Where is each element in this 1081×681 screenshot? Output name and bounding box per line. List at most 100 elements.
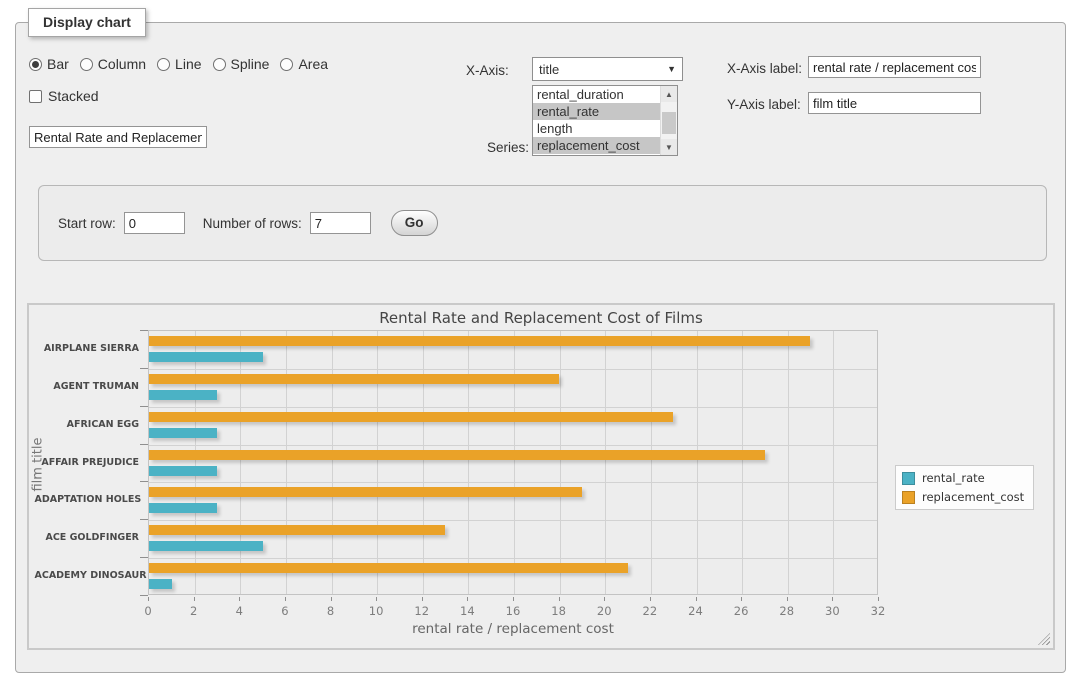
gridline-vertical (286, 331, 287, 594)
x-axis-tick-label: 0 (128, 604, 168, 618)
radio-line[interactable] (157, 58, 170, 71)
y-axis-tick (140, 557, 148, 558)
legend-swatch (902, 472, 915, 485)
y-axis-tick (140, 519, 148, 520)
x-axis-tick-label: 16 (493, 604, 533, 618)
x-axis-tick (741, 597, 742, 601)
gridline-vertical (240, 331, 241, 594)
x-axis-tick-label: 2 (174, 604, 214, 618)
radio-spline[interactable] (213, 58, 226, 71)
x-axis-tick-label: 30 (812, 604, 852, 618)
gridline-vertical (423, 331, 424, 594)
gridline-horizontal (149, 482, 877, 483)
x-axis-tick (194, 597, 195, 601)
x-axis-tick (787, 597, 788, 601)
y-axis-tick (140, 368, 148, 369)
gridline-vertical (697, 331, 698, 594)
x-axis-tick (559, 597, 560, 601)
gridline-vertical (742, 331, 743, 594)
radio-column-label[interactable]: Column (98, 56, 146, 72)
x-axis-label-input[interactable] (808, 56, 981, 78)
bar-rental_rate (149, 428, 217, 438)
category-label: AGENT TRUMAN (35, 381, 140, 393)
radio-spline-label[interactable]: Spline (231, 56, 270, 72)
x-axis-tick-label: 32 (858, 604, 898, 618)
gridline-horizontal (149, 558, 877, 559)
bar-rental_rate (149, 466, 217, 476)
y-axis-tick (140, 595, 148, 596)
radio-bar-label[interactable]: Bar (47, 56, 69, 72)
x-axis-select[interactable]: title ▼ (532, 57, 683, 81)
bar-replacement_cost (149, 374, 559, 384)
scroll-down-icon[interactable]: ▼ (661, 139, 677, 155)
gridline-vertical (651, 331, 652, 594)
y-axis-tick (140, 406, 148, 407)
gridline-vertical (377, 331, 378, 594)
category-label: ACE GOLDFINGER (35, 532, 140, 544)
radio-area[interactable] (280, 58, 293, 71)
y-axis-label-field-label: Y-Axis label: (727, 97, 801, 112)
x-axis-tick (376, 597, 377, 601)
bar-rental_rate (149, 503, 217, 513)
x-axis-tick-label: 18 (539, 604, 579, 618)
y-axis-tick (140, 444, 148, 445)
radio-area-label[interactable]: Area (298, 56, 328, 72)
gridline-vertical (195, 331, 196, 594)
x-axis-tick (832, 597, 833, 601)
chart-title-input[interactable] (29, 126, 207, 148)
bar-rental_rate (149, 352, 263, 362)
category-label: AFRICAN EGG (35, 419, 140, 431)
gridline-vertical (514, 331, 515, 594)
scrollbar-thumb[interactable] (662, 112, 676, 134)
gridline-horizontal (149, 445, 877, 446)
x-axis-tick (696, 597, 697, 601)
bar-replacement_cost (149, 412, 673, 422)
x-axis-tick-label: 26 (721, 604, 761, 618)
x-axis-selected-value: title (539, 62, 559, 77)
listbox-scrollbar[interactable]: ▲ ▼ (660, 86, 677, 155)
stacked-checkbox[interactable] (29, 90, 42, 103)
series-option-replacement-cost[interactable]: replacement_cost (533, 137, 677, 154)
page: Display chart Bar Column Line Spline Are… (0, 0, 1081, 681)
x-axis-tick (239, 597, 240, 601)
x-axis-tick-label: 14 (447, 604, 487, 618)
series-option-rental-duration[interactable]: rental_duration (533, 86, 677, 103)
legend-item: rental_rate (902, 471, 1024, 485)
fieldset-legend: Display chart (28, 8, 146, 37)
legend-label: replacement_cost (922, 490, 1024, 504)
x-axis-tick (878, 597, 879, 601)
x-axis-tick (467, 597, 468, 601)
gridline-horizontal (149, 520, 877, 521)
category-label: AIRPLANE SIERRA (35, 343, 140, 355)
series-listbox-label: Series: (487, 140, 529, 155)
x-axis-tick-label: 8 (311, 604, 351, 618)
start-row-label: Start row: (58, 216, 116, 231)
y-axis-tick (140, 330, 148, 331)
chevron-down-icon: ▼ (667, 64, 676, 74)
series-option-length[interactable]: length (533, 120, 677, 137)
radio-column[interactable] (80, 58, 93, 71)
gridline-vertical (833, 331, 834, 594)
scroll-up-icon[interactable]: ▲ (661, 86, 677, 102)
radio-bar[interactable] (29, 58, 42, 71)
radio-line-label[interactable]: Line (175, 56, 201, 72)
y-axis-label-input[interactable] (808, 92, 981, 114)
stacked-label[interactable]: Stacked (48, 88, 99, 104)
resize-grip-icon[interactable] (1038, 633, 1050, 645)
chart-legend: rental_rate replacement_cost (895, 465, 1034, 510)
category-label: ADAPTATION HOLES (35, 494, 140, 506)
legend-item: replacement_cost (902, 490, 1024, 504)
y-axis-tick (140, 481, 148, 482)
x-axis-tick-label: 4 (219, 604, 259, 618)
bar-replacement_cost (149, 525, 445, 535)
series-option-rental-rate[interactable]: rental_rate (533, 103, 677, 120)
bar-rental_rate (149, 390, 217, 400)
x-axis-tick (513, 597, 514, 601)
number-of-rows-input[interactable] (310, 212, 371, 234)
x-axis-tick (604, 597, 605, 601)
start-row-input[interactable] (124, 212, 185, 234)
gridline-horizontal (149, 369, 877, 370)
gridline-vertical (560, 331, 561, 594)
go-button[interactable]: Go (391, 210, 438, 236)
number-of-rows-label: Number of rows: (203, 216, 302, 231)
